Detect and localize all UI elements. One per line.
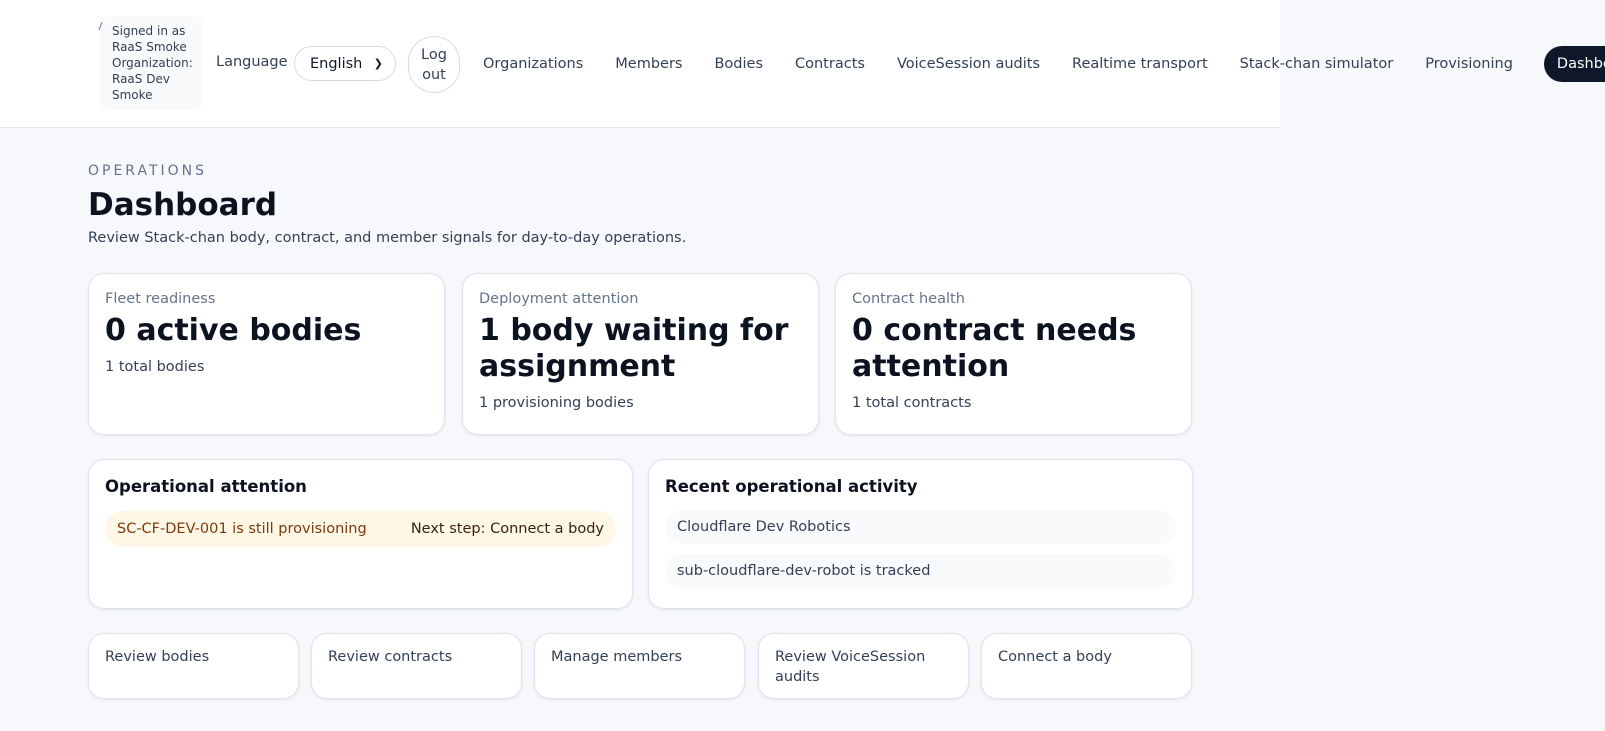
panel-title: Recent operational activity bbox=[665, 477, 918, 496]
main-nav: Organizations Members Bodies Contracts V… bbox=[483, 46, 1605, 82]
metric-card-deployment-attention: Deployment attention 1 body waiting for … bbox=[462, 273, 819, 435]
metric-label: Fleet readiness bbox=[105, 291, 216, 307]
metric-subtext: 1 provisioning bodies bbox=[479, 395, 634, 411]
session-line: RaaS Dev bbox=[112, 72, 170, 86]
logout-label-line: out bbox=[422, 66, 446, 83]
recent-activity-panel: Recent operational activity Cloudflare D… bbox=[648, 459, 1193, 609]
nav-dashboard[interactable]: Dashboard bbox=[1543, 46, 1605, 82]
metric-value: 0 contract needs attention bbox=[852, 313, 1137, 384]
nav-stack-chan-simulator[interactable]: Stack-chan simulator bbox=[1240, 56, 1394, 72]
nav-realtime-transport[interactable]: Realtime transport bbox=[1072, 56, 1208, 72]
metric-subtext: 1 total bodies bbox=[105, 359, 205, 375]
session-info: Signed in as RaaS Smoke Organization: Ra… bbox=[100, 16, 203, 110]
top-navigation-bar: s Signed in as RaaS Smoke Organization: … bbox=[0, 0, 1605, 128]
action-connect-a-body[interactable]: Connect a body bbox=[981, 633, 1192, 699]
nav-contracts[interactable]: Contracts bbox=[795, 56, 865, 72]
logout-button[interactable]: Log out bbox=[408, 36, 460, 93]
action-review-contracts[interactable]: Review contracts bbox=[311, 633, 522, 699]
language-value: English bbox=[310, 55, 363, 72]
chevron-down-icon: ❯ bbox=[373, 57, 383, 70]
nav-voicesession-audits[interactable]: VoiceSession audits bbox=[897, 56, 1040, 72]
activity-item: sub-cloudflare-dev-robot is tracked bbox=[665, 554, 1176, 588]
language-select[interactable]: English ❯ bbox=[294, 46, 396, 81]
metric-label: Contract health bbox=[852, 291, 965, 307]
page-eyebrow: OPERATIONS bbox=[88, 163, 208, 179]
activity-item: Cloudflare Dev Robotics bbox=[665, 510, 1176, 544]
language-label: Language bbox=[216, 54, 288, 70]
metric-subtext: 1 total contracts bbox=[852, 395, 972, 411]
panel-title: Operational attention bbox=[105, 477, 307, 496]
operational-attention-panel: Operational attention SC-CF-DEV-001 is s… bbox=[88, 459, 633, 609]
metric-label: Deployment attention bbox=[479, 291, 639, 307]
metric-value: 1 body waiting for assignment bbox=[479, 313, 789, 384]
action-review-bodies[interactable]: Review bodies bbox=[88, 633, 299, 699]
page-description: Review Stack-chan body, contract, and me… bbox=[88, 230, 687, 246]
page-title: Dashboard bbox=[88, 187, 278, 223]
attention-next-step: Next step: Connect a body bbox=[410, 521, 604, 537]
attention-item[interactable]: SC-CF-DEV-001 is still provisioning Next… bbox=[105, 511, 616, 547]
nav-members[interactable]: Members bbox=[615, 56, 682, 72]
action-manage-members[interactable]: Manage members bbox=[534, 633, 745, 699]
nav-organizations[interactable]: Organizations bbox=[483, 56, 583, 72]
nav-provisioning[interactable]: Provisioning bbox=[1425, 56, 1513, 72]
action-review-voicesession-audits[interactable]: Review VoiceSession audits bbox=[758, 633, 969, 699]
session-line: Smoke bbox=[112, 88, 153, 102]
session-line: Signed in as bbox=[112, 24, 186, 38]
metric-card-contract-health: Contract health 0 contract needs attenti… bbox=[835, 273, 1192, 435]
nav-bodies[interactable]: Bodies bbox=[714, 56, 763, 72]
metric-value: 0 active bodies bbox=[105, 313, 362, 348]
session-line: Organization: bbox=[112, 56, 193, 70]
session-line: RaaS Smoke bbox=[112, 40, 187, 54]
logout-label-line: Log bbox=[421, 46, 447, 63]
metric-card-fleet-readiness: Fleet readiness 0 active bodies 1 total … bbox=[88, 273, 445, 435]
attention-item-text: SC-CF-DEV-001 is still provisioning bbox=[117, 521, 367, 537]
